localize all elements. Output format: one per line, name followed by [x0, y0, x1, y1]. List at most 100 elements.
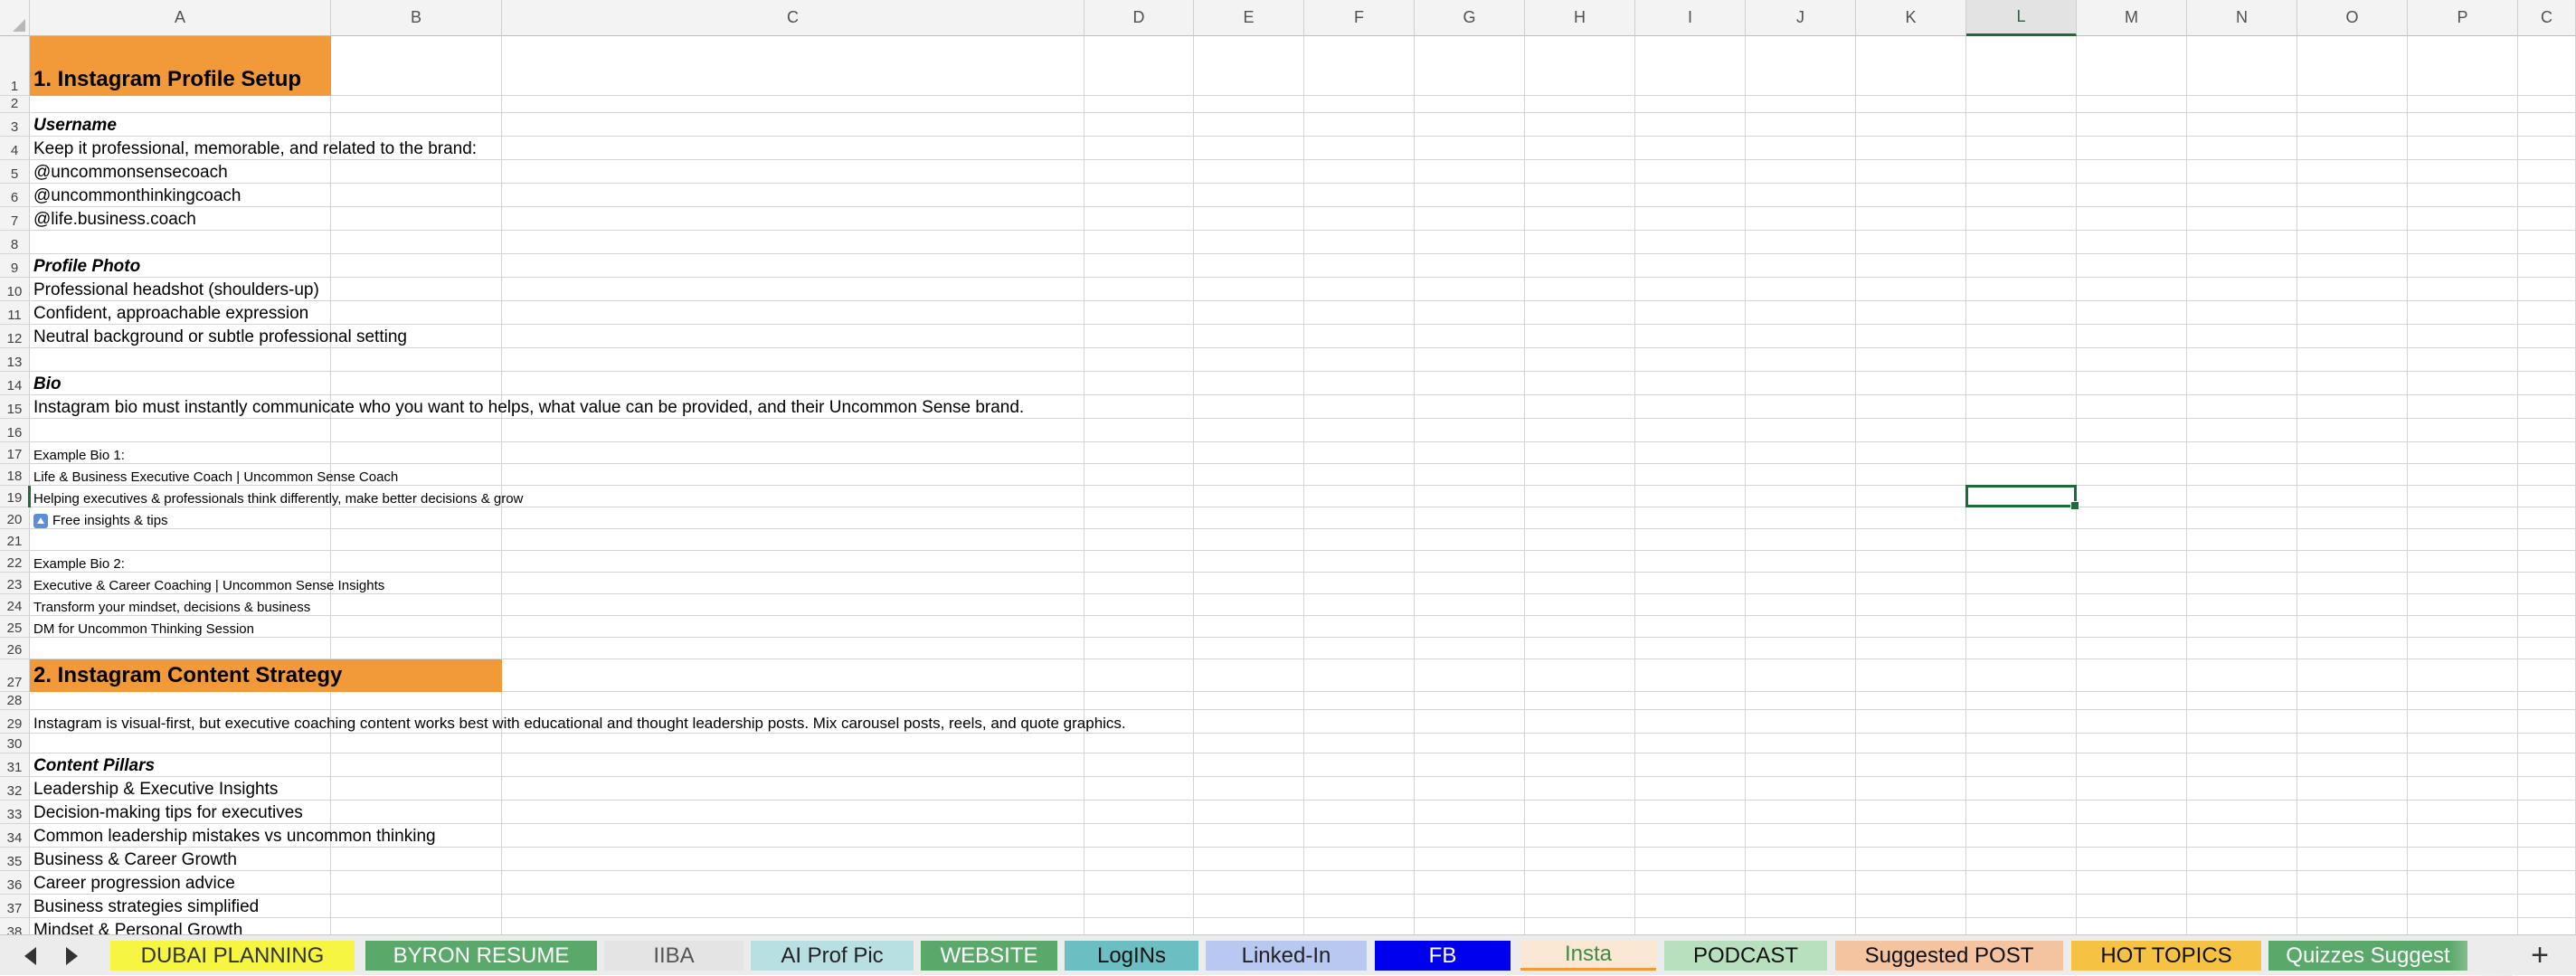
row-header-18[interactable]: 18	[0, 464, 30, 486]
row-header-8[interactable]: 8	[0, 231, 30, 254]
row-header-34[interactable]: 34	[0, 824, 30, 848]
column-header-l[interactable]: L	[1966, 0, 2077, 36]
next-sheet-icon[interactable]	[58, 944, 85, 968]
row-header-33[interactable]: 33	[0, 801, 30, 824]
add-sheet-button[interactable]: +	[2522, 938, 2558, 972]
row-header-28[interactable]: 28	[0, 692, 30, 710]
cell-a9[interactable]: Profile Photo	[30, 254, 140, 278]
row-header-32[interactable]: 32	[0, 777, 30, 801]
row-header-29[interactable]: 29	[0, 710, 30, 734]
cell-a1[interactable]: 1. Instagram Profile Setup	[30, 36, 331, 96]
sheet-tab-quizzes-suggest[interactable]: Quizzes Suggest	[2268, 941, 2467, 971]
row-header-22[interactable]: 22	[0, 551, 30, 573]
column-header-j[interactable]: J	[1746, 0, 1856, 36]
row-header-6[interactable]: 6	[0, 184, 30, 207]
sheet-tab-hot-topics[interactable]: HOT TOPICS	[2071, 941, 2261, 971]
select-all-corner[interactable]	[0, 0, 30, 36]
cell-a34[interactable]: Common leadership mistakes vs uncommon t…	[30, 824, 436, 848]
column-header-p[interactable]: P	[2408, 0, 2518, 36]
sheet-tab-insta[interactable]: Insta	[1520, 941, 1656, 971]
sheet-tab-website[interactable]: WEBSITE	[921, 941, 1057, 971]
sheet-tab-ai-prof-pic[interactable]: AI Prof Pic	[751, 941, 914, 971]
row-header-16[interactable]: 16	[0, 419, 30, 442]
column-header-c[interactable]: C	[502, 0, 1084, 36]
cell-a36[interactable]: Career progression advice	[30, 871, 235, 895]
column-header-g[interactable]: G	[1415, 0, 1525, 36]
row-header-36[interactable]: 36	[0, 871, 30, 895]
row-header-3[interactable]: 3	[0, 113, 30, 137]
cell-a37[interactable]: Business strategies simplified	[30, 895, 259, 918]
row-header-12[interactable]: 12	[0, 325, 30, 348]
cell-a4[interactable]: Keep it professional, memorable, and rel…	[30, 137, 477, 160]
cell-a3[interactable]: Username	[30, 113, 117, 137]
row-header-10[interactable]: 10	[0, 278, 30, 301]
row-header-35[interactable]: 35	[0, 848, 30, 871]
cell-a24[interactable]: Transform your mindset, decisions & busi…	[30, 594, 310, 616]
cell-a14[interactable]: Bio	[30, 372, 62, 395]
sheet-tab-fb[interactable]: FB	[1375, 941, 1511, 971]
selected-cell-l19[interactable]	[1965, 485, 2079, 510]
cell-a6[interactable]: @uncommonthinkingcoach	[30, 184, 241, 207]
row-header-20[interactable]: 20	[0, 507, 30, 529]
cell-a10[interactable]: Professional headshot (shoulders-up)	[30, 278, 319, 301]
row-header-7[interactable]: 7	[0, 207, 30, 231]
cell-a22[interactable]: Example Bio 2:	[30, 551, 125, 573]
row-header-13[interactable]: 13	[0, 348, 30, 372]
row-header-11[interactable]: 11	[0, 301, 30, 325]
sheet-tab-podcast[interactable]: PODCAST	[1664, 941, 1827, 971]
column-header-d[interactable]: D	[1084, 0, 1194, 36]
cell-a38[interactable]: Mindset & Personal Growth	[30, 918, 242, 934]
row-header-5[interactable]: 5	[0, 160, 30, 184]
column-header-a[interactable]: A	[30, 0, 331, 36]
row-header-26[interactable]: 26	[0, 638, 30, 659]
column-header-e[interactable]: E	[1194, 0, 1304, 36]
cell-a17[interactable]: Example Bio 1:	[30, 442, 125, 464]
row-header-23[interactable]: 23	[0, 573, 30, 594]
row-header-1[interactable]: 1	[0, 36, 30, 96]
cell-a19[interactable]: Helping executives & professionals think…	[30, 486, 523, 507]
cell-a35[interactable]: Business & Career Growth	[30, 848, 237, 871]
sheet-tab-logins[interactable]: LogINs	[1065, 941, 1198, 971]
column-header-c[interactable]: C	[2518, 0, 2576, 36]
cell-a33[interactable]: Decision-making tips for executives	[30, 801, 303, 824]
column-header-n[interactable]: N	[2187, 0, 2297, 36]
row-header-24[interactable]: 24	[0, 594, 30, 616]
sheet-tab-byron-resume[interactable]: BYRON RESUME	[365, 941, 597, 971]
cell-a32[interactable]: Leadership & Executive Insights	[30, 777, 278, 801]
row-header-14[interactable]: 14	[0, 372, 30, 395]
row-header-2[interactable]: 2	[0, 96, 30, 113]
sheet-tab-dubai-planning[interactable]: DUBAI PLANNING	[110, 941, 355, 971]
sheet-tab-linked-in[interactable]: Linked-In	[1206, 941, 1367, 971]
cell-a18[interactable]: Life & Business Executive Coach | Uncomm…	[30, 464, 398, 486]
spreadsheet-grid[interactable]: A B C D E F G H I J K L M N O P C 1 2 3 4 5 6 7 8 9 10 11 12 13 14 15 16…	[0, 0, 2576, 934]
cell-a25[interactable]: DM for Uncommon Thinking Session	[30, 616, 254, 638]
row-header-30[interactable]: 30	[0, 734, 30, 753]
cell-a31[interactable]: Content Pillars	[30, 753, 155, 777]
row-header-19[interactable]: 19	[0, 486, 30, 507]
cell-a29[interactable]: Instagram is visual-first, but executive…	[30, 710, 1126, 734]
row-header-25[interactable]: 25	[0, 616, 30, 638]
row-header-21[interactable]: 21	[0, 529, 30, 551]
cell-a27[interactable]: 2. Instagram Content Strategy	[30, 659, 502, 692]
column-header-i[interactable]: I	[1635, 0, 1746, 36]
row-header-9[interactable]: 9	[0, 254, 30, 278]
row-header-4[interactable]: 4	[0, 137, 30, 160]
column-header-h[interactable]: H	[1525, 0, 1635, 36]
column-header-b[interactable]: B	[331, 0, 502, 36]
cell-a5[interactable]: @uncommonsensecoach	[30, 160, 228, 184]
row-header-38[interactable]: 38	[0, 918, 30, 934]
column-header-f[interactable]: F	[1304, 0, 1415, 36]
row-header-31[interactable]: 31	[0, 753, 30, 777]
cell-a15[interactable]: Instagram bio must instantly communicate…	[30, 395, 1024, 419]
row-header-37[interactable]: 37	[0, 895, 30, 918]
column-header-k[interactable]: K	[1856, 0, 1966, 36]
column-header-m[interactable]: M	[2077, 0, 2187, 36]
row-header-17[interactable]: 17	[0, 442, 30, 464]
cell-a20[interactable]: Free insights & tips	[30, 507, 168, 529]
cell-a23[interactable]: Executive & Career Coaching | Uncommon S…	[30, 573, 384, 594]
cell-a7[interactable]: @life.business.coach	[30, 207, 196, 231]
row-header-27[interactable]: 27	[0, 659, 30, 692]
column-header-o[interactable]: O	[2297, 0, 2408, 36]
prev-sheet-icon[interactable]	[16, 944, 43, 968]
sheet-tab-iiba[interactable]: IIBA	[604, 941, 743, 971]
